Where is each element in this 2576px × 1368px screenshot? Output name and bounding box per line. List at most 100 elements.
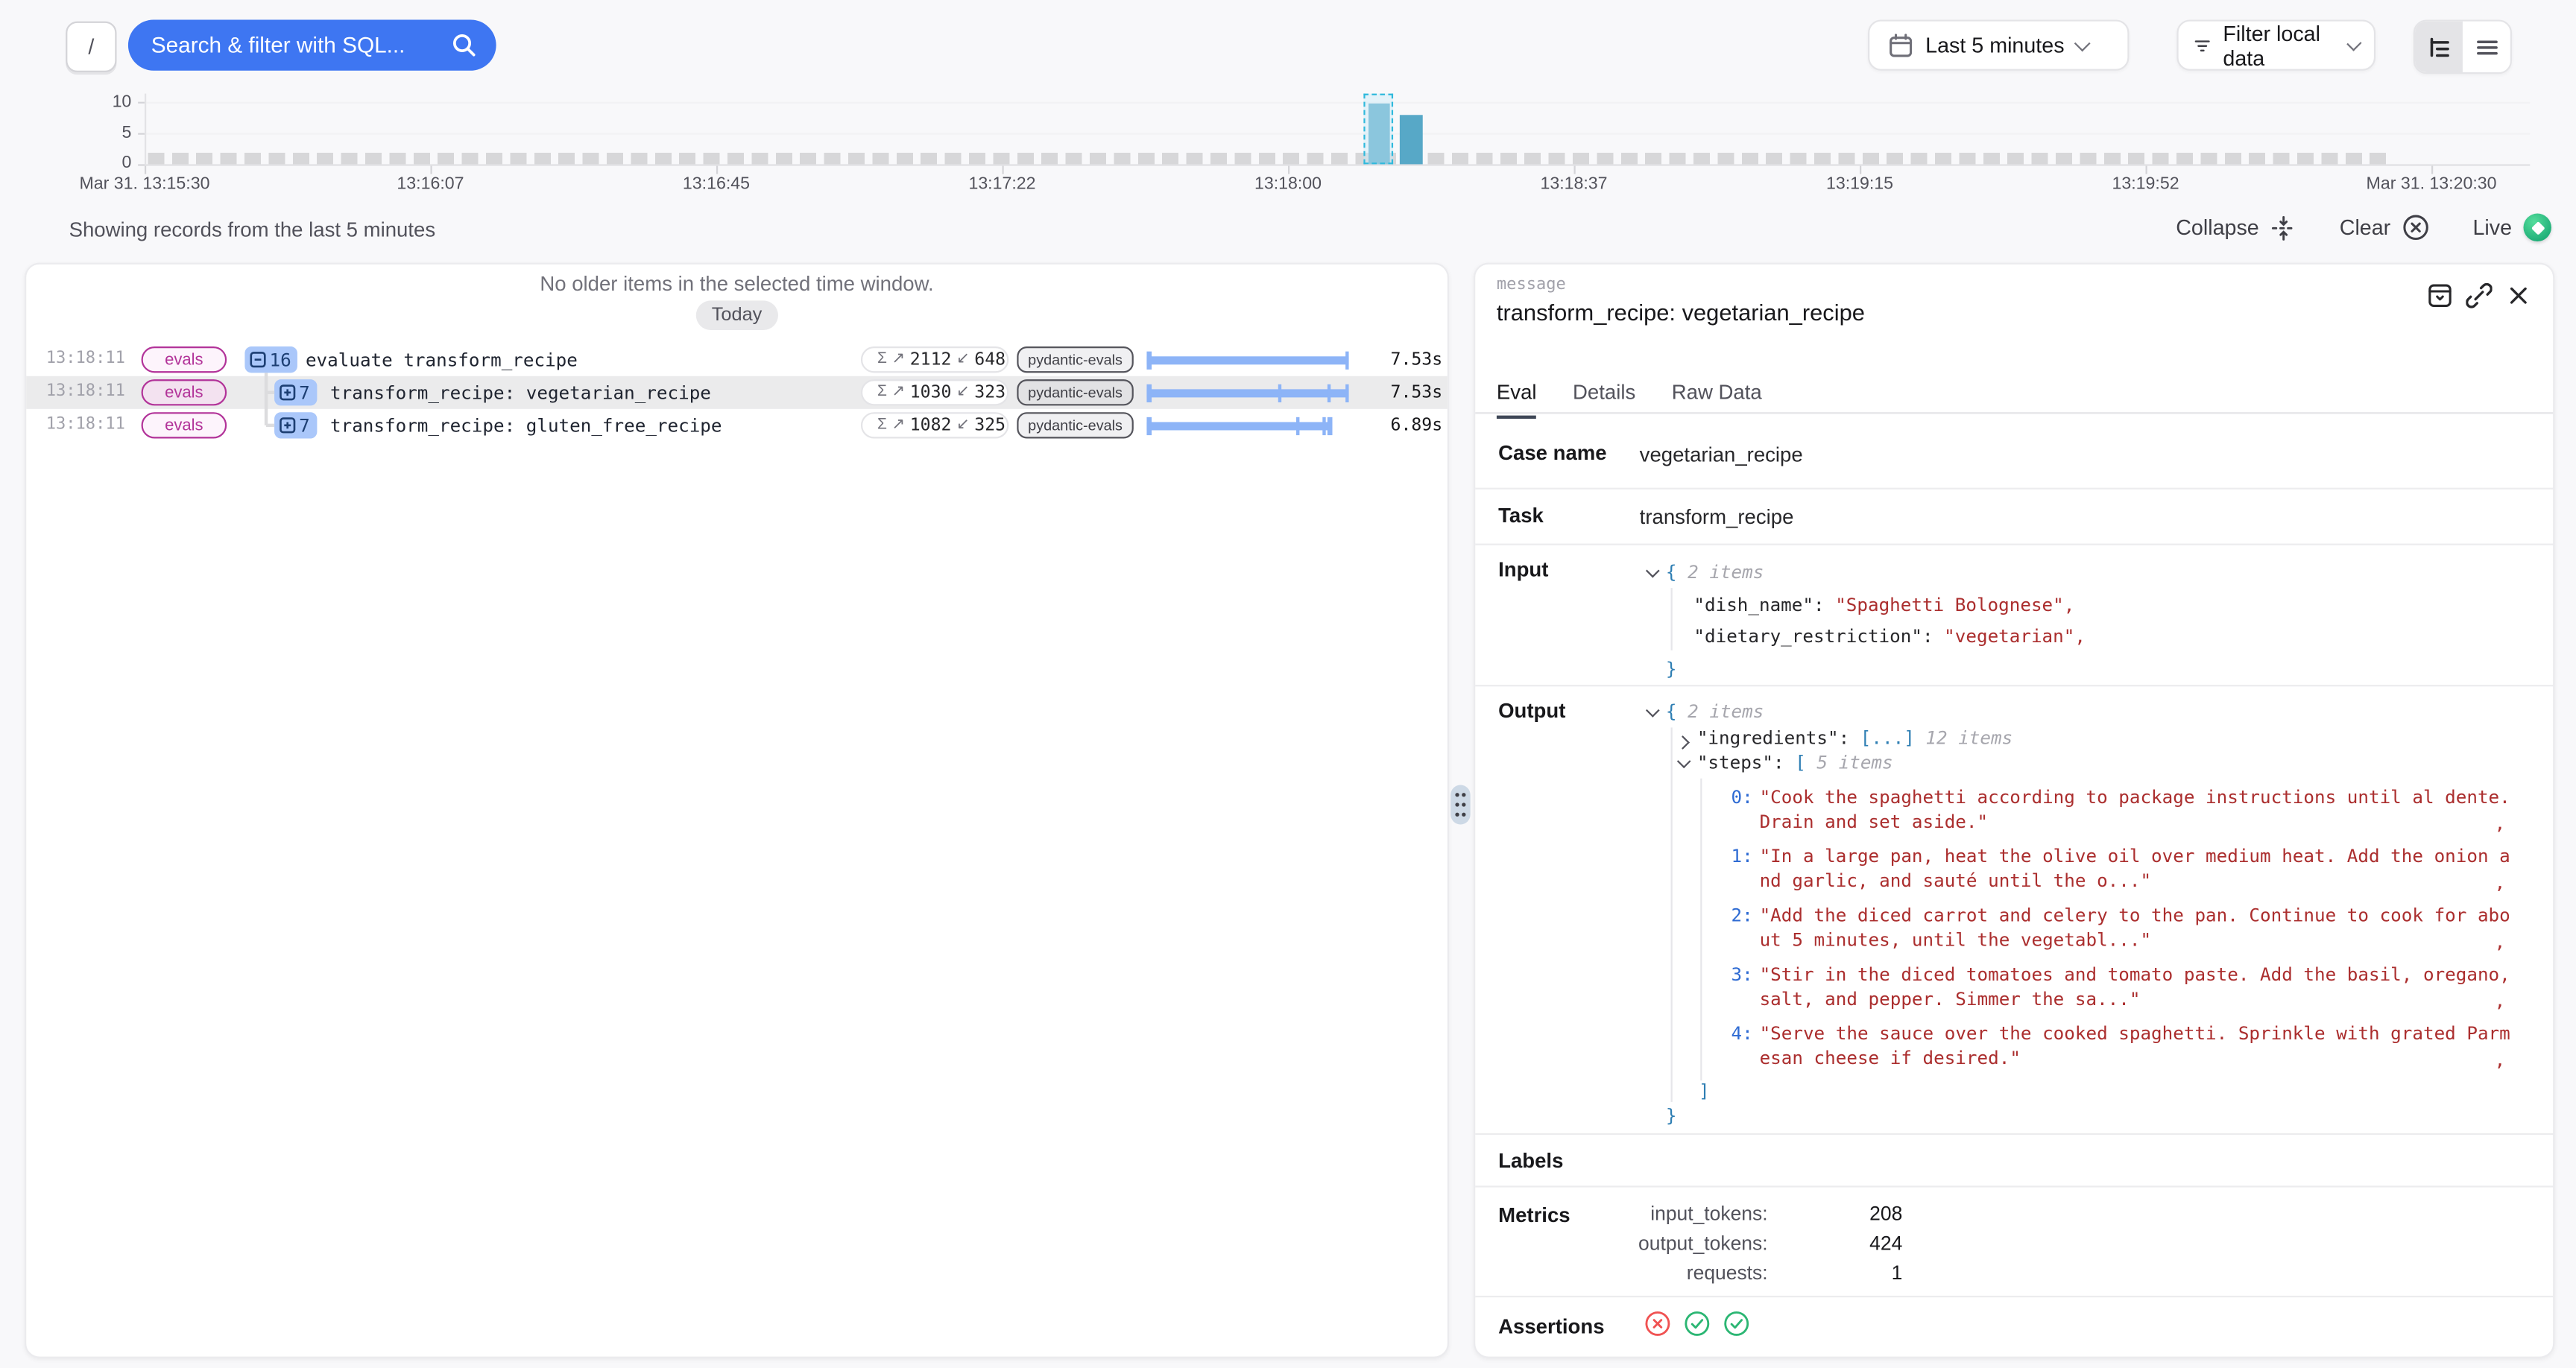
package-badge: pydantic-evals: [1017, 379, 1133, 405]
json-line: { 2 items: [1648, 700, 2532, 725]
filter-label: Filter local data: [2223, 21, 2337, 70]
row-timestamp: 13:18:11: [46, 416, 125, 434]
view-mode-toggle: [2414, 19, 2512, 74]
duration-bar: [1146, 414, 1348, 437]
x-axis-tick: [1288, 166, 1289, 174]
json-line: }: [1648, 653, 2532, 685]
json-guide-line: [1671, 588, 1673, 650]
clear-icon: [2402, 214, 2430, 241]
list-view-button[interactable]: [2463, 22, 2510, 72]
json-array-item: 4Serve the sauce over the cooked spaghet…: [1648, 1021, 2532, 1071]
assertion-pass-icon[interactable]: [1723, 1311, 1749, 1337]
panel-resize-handle[interactable]: [1450, 785, 1470, 825]
filter-local-data-button[interactable]: Filter local data: [2176, 19, 2375, 70]
assertion-fail-icon[interactable]: [1644, 1311, 1670, 1337]
x-axis-tick: [2431, 166, 2433, 174]
time-range-button[interactable]: Last 5 minutes: [1868, 19, 2129, 70]
copy-link-icon[interactable]: [2466, 282, 2492, 308]
collapse-icon: [2270, 215, 2296, 241]
output-label: Output: [1498, 700, 1565, 723]
collapse-chevron-icon[interactable]: [1677, 754, 1691, 768]
x-axis-label: 13:19:15: [1826, 174, 1893, 194]
record-kind-label: message: [1497, 276, 1566, 294]
tabs-divider: [1475, 412, 2553, 414]
x-axis-tick: [430, 166, 432, 174]
timeline-bar[interactable]: [1401, 114, 1423, 163]
collapse-button[interactable]: Collapse: [2176, 215, 2296, 241]
metric-line: requests:1: [1475, 1258, 1902, 1288]
y-axis-label: 0: [92, 153, 131, 172]
filter-icon: [2193, 34, 2212, 57]
sum-icon: Σ: [877, 383, 887, 401]
child-count-badge[interactable]: 7: [274, 412, 316, 438]
token-usage-badge: Σ ↗1082 ↙325: [861, 411, 1008, 437]
timeline-now-dashes: [148, 152, 2387, 163]
chevron-down-icon: [2347, 35, 2362, 50]
token-usage-badge: Σ ↗1030 ↙323: [861, 379, 1008, 405]
items-count-note: 2 items: [1688, 701, 1764, 723]
duration-bar: [1146, 348, 1348, 371]
gridline: [145, 133, 2530, 135]
row-timestamp: 13:18:11: [46, 383, 125, 401]
output-tokens-icon: ↙: [956, 349, 970, 367]
metric-line: input_tokens:208: [1475, 1199, 1902, 1229]
collapse-chevron-icon[interactable]: [1646, 703, 1660, 718]
scope-tag[interactable]: evals: [142, 412, 227, 438]
child-count-badge[interactable]: 16: [244, 346, 297, 373]
live-toggle[interactable]: Live: [2472, 214, 2551, 241]
child-count-badge[interactable]: 7: [274, 379, 316, 405]
trace-row[interactable]: 13:18:11 evals 7 transform_recipe: glute…: [26, 409, 1448, 442]
span-name: evaluate transform_recipe: [306, 349, 578, 370]
search-button[interactable]: Search & filter with SQL...: [128, 19, 496, 70]
package-badge: pydantic-evals: [1017, 346, 1133, 372]
json-array-item: 3Stir in the diced tomatoes and tomato p…: [1648, 961, 2532, 1012]
output-tokens-icon: ↙: [956, 416, 970, 434]
scope-tag[interactable]: evals: [142, 346, 227, 373]
json-line: }: [1648, 1103, 2532, 1129]
json-array-item: 0Cook the spaghetti according to package…: [1648, 784, 2532, 835]
x-axis-label: 13:16:07: [397, 174, 464, 194]
expand-chevron-icon[interactable]: [1676, 735, 1690, 749]
json-line: dietary_restriction: vegetarian,: [1648, 621, 2532, 653]
logfire-live-view: / Search & filter with SQL... Last 5 min…: [0, 0, 2576, 1368]
x-axis-label: 13:18:00: [1254, 174, 1322, 194]
child-count: 7: [299, 415, 310, 437]
y-axis-label: 10: [92, 92, 131, 111]
metric-line: output_tokens:424: [1475, 1229, 1902, 1258]
input-tokens-icon: ↗: [892, 416, 906, 434]
assertion-pass-icon[interactable]: [1684, 1311, 1710, 1337]
input-tokens-icon: ↗: [892, 349, 906, 367]
date-chip: Today: [695, 300, 779, 330]
row-timestamp: 13:18:11: [46, 349, 125, 367]
assertions-row: Assertions: [1475, 1297, 2553, 1356]
gridline: [145, 102, 2530, 104]
showing-records-text: Showing records from the last 5 minutes: [69, 218, 436, 241]
open-in-drawer-icon[interactable]: [2426, 282, 2452, 308]
tree-connector: [265, 373, 267, 425]
tree-view-button[interactable]: [2415, 22, 2463, 72]
input-tokens-icon: ↗: [892, 383, 906, 401]
y-axis-tick: [138, 133, 145, 135]
trace-row[interactable]: 13:18:11 evals 7 transform_recipe: veget…: [26, 376, 1448, 409]
trace-row[interactable]: 13:18:11 evals 16 evaluate transform_rec…: [26, 343, 1448, 376]
json-array-item: 2Add the diced carrot and celery to the …: [1648, 902, 2532, 953]
collapse-chevron-icon[interactable]: [1646, 564, 1660, 578]
clear-button[interactable]: Clear: [2340, 214, 2430, 241]
close-icon[interactable]: [2505, 282, 2531, 308]
duration-label: 7.53s: [1351, 349, 1442, 369]
json-array-item: 1In a large pan, heat the olive oil over…: [1648, 843, 2532, 894]
y-axis-label: 5: [92, 123, 131, 142]
x-axis-tick: [1574, 166, 1576, 174]
metrics-row: Metrics input_tokens:208 output_tokens:4…: [1475, 1188, 2553, 1298]
y-axis-line: [145, 94, 146, 165]
sum-icon: Σ: [877, 416, 887, 434]
slash-shortcut-key[interactable]: /: [66, 22, 116, 72]
calendar-icon: [1887, 32, 1913, 58]
output-tokens: 323: [974, 381, 1006, 401]
scope-tag[interactable]: evals: [142, 379, 227, 405]
x-axis-label: 13:18:37: [1540, 174, 1607, 194]
tree-view-icon: [2425, 34, 2452, 60]
detail-panel: message transform_recipe: vegetarian_rec…: [1474, 263, 2554, 1358]
input-json-viewer: { 2 items dish_name: Spaghetti Bolognese…: [1648, 545, 2532, 685]
labels-label: Labels: [1498, 1150, 1563, 1173]
